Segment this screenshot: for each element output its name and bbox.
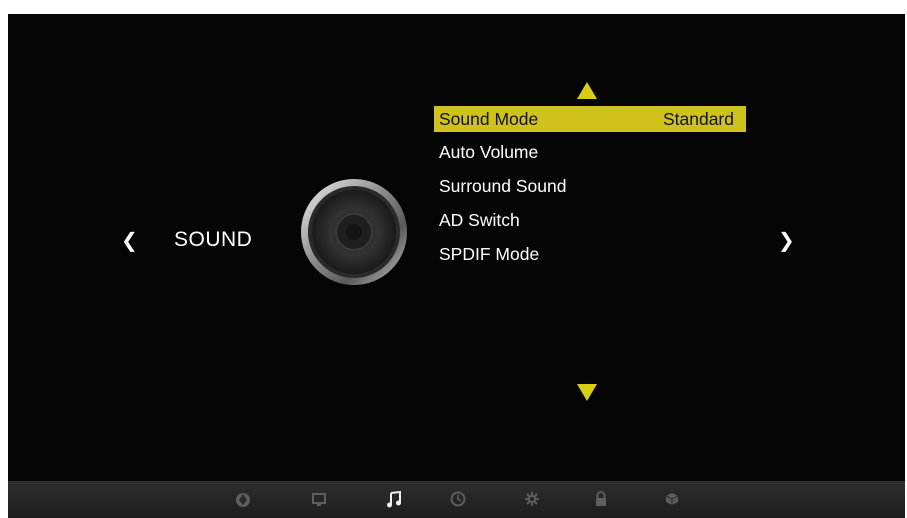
menu-item-spdif-mode[interactable]: SPDIF Mode [434,241,746,268]
menu-item-value: Standard [662,108,734,129]
category-bar [8,481,905,518]
menu-item-label: AD Switch [439,210,520,230]
setup-icon[interactable] [523,490,541,508]
menu-item-ad-switch[interactable]: AD Switch [434,207,746,234]
time-icon[interactable] [449,490,467,508]
input-icon[interactable] [663,490,681,508]
channel-icon[interactable] [234,490,252,508]
menu-item-label: Surround Sound [439,176,567,196]
menu-item-sound-mode[interactable]: Sound Mode Standard [434,106,746,132]
sound-menu: Sound Mode Standard Auto Volume Surround… [434,106,746,275]
lock-icon[interactable] [592,490,610,508]
menu-item-label: SPDIF Mode [439,244,540,264]
menu-item-auto-volume[interactable]: Auto Volume [434,139,746,166]
next-category-arrow[interactable]: ❯ [778,228,795,252]
tv-menu-screen: ❮ SOUND Sound Mode Standard Auto Volume … [8,14,905,518]
menu-item-surround-sound[interactable]: Surround Sound [434,173,746,200]
sound-icon[interactable] [385,490,403,508]
prev-category-arrow[interactable]: ❮ [121,228,138,252]
speaker-icon [301,179,407,285]
scroll-down-arrow[interactable] [577,384,597,401]
menu-item-label: Sound Mode [439,108,539,129]
scroll-up-arrow[interactable] [577,82,597,99]
menu-item-label: Auto Volume [439,142,539,162]
section-title: SOUND [174,228,253,251]
picture-icon[interactable] [310,490,328,508]
